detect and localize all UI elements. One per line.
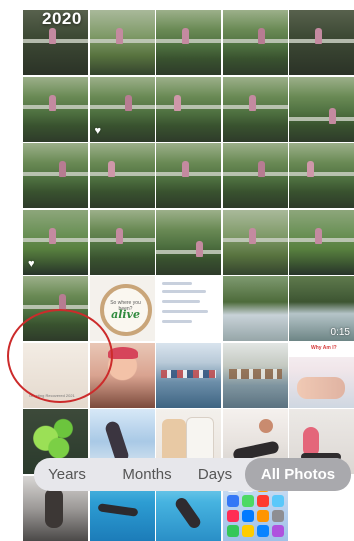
app-icon: [241, 494, 254, 507]
tab-all-photos[interactable]: All Photos: [245, 458, 351, 491]
photo-thumbnail[interactable]: [156, 10, 221, 75]
annotation-circle: [7, 309, 113, 403]
photo-thumbnail[interactable]: [89, 209, 155, 275]
photo-thumbnail[interactable]: Why Am I?: [289, 342, 354, 408]
photo-thumbnail[interactable]: ♥: [23, 209, 88, 275]
chat-line: [162, 300, 200, 303]
embroidery-hoop: So where you been? alive: [99, 284, 152, 336]
app-icon: [226, 524, 239, 537]
photo-thumbnail[interactable]: [156, 342, 221, 408]
app-icon: [271, 509, 284, 522]
app-icon: [226, 494, 239, 507]
app-icon: [271, 494, 284, 507]
app-icon: [271, 524, 284, 537]
chat-line: [162, 310, 208, 313]
photo-thumbnail[interactable]: [222, 143, 288, 208]
photo-thumbnail[interactable]: [222, 276, 288, 341]
photo-thumbnail[interactable]: [222, 76, 288, 142]
photo-thumbnail[interactable]: [156, 209, 221, 275]
photo-thumbnail[interactable]: [289, 76, 354, 142]
heart-icon: ♥: [94, 124, 102, 137]
photo-thumbnail[interactable]: ♥: [89, 76, 155, 142]
photo-thumbnail[interactable]: [156, 76, 221, 142]
photo-thumbnail[interactable]: [23, 143, 88, 208]
photo-thumbnail[interactable]: [89, 10, 155, 75]
app-icon: [256, 524, 269, 537]
year-label: 2020: [42, 9, 82, 28]
chat-line: [162, 282, 192, 285]
chat-line: [162, 320, 192, 323]
photo-thumbnail[interactable]: 0:15: [289, 276, 354, 341]
tab-days[interactable]: Days: [194, 458, 236, 491]
photo-thumbnail[interactable]: [289, 209, 354, 275]
app-icon: [256, 509, 269, 522]
photo-thumbnail[interactable]: [23, 76, 88, 142]
screenshot-title: Why Am I?: [311, 344, 337, 351]
app-icon: [226, 509, 239, 522]
photo-thumbnail[interactable]: [289, 10, 354, 75]
tab-months[interactable]: Months: [106, 458, 188, 491]
screenshot-header: Why Am I?: [289, 342, 354, 357]
photo-thumbnail[interactable]: [89, 143, 155, 208]
app-icon: [256, 494, 269, 507]
app-icon: [241, 509, 254, 522]
chat-line: [162, 290, 206, 293]
photo-thumbnail[interactable]: [156, 276, 221, 341]
tab-years[interactable]: Years: [34, 458, 100, 491]
photo-thumbnail[interactable]: [289, 143, 354, 208]
photo-thumbnail[interactable]: [222, 10, 288, 75]
heart-icon: ♥: [28, 257, 35, 270]
hoop-word: alive: [111, 308, 140, 321]
app-icon: [241, 524, 254, 537]
photo-thumbnail[interactable]: [222, 209, 288, 275]
photo-thumbnail[interactable]: [222, 342, 288, 408]
video-duration: 0:15: [330, 327, 350, 338]
view-tab-bar: Years Months Days All Photos: [34, 458, 351, 491]
photo-thumbnail[interactable]: [156, 143, 221, 208]
